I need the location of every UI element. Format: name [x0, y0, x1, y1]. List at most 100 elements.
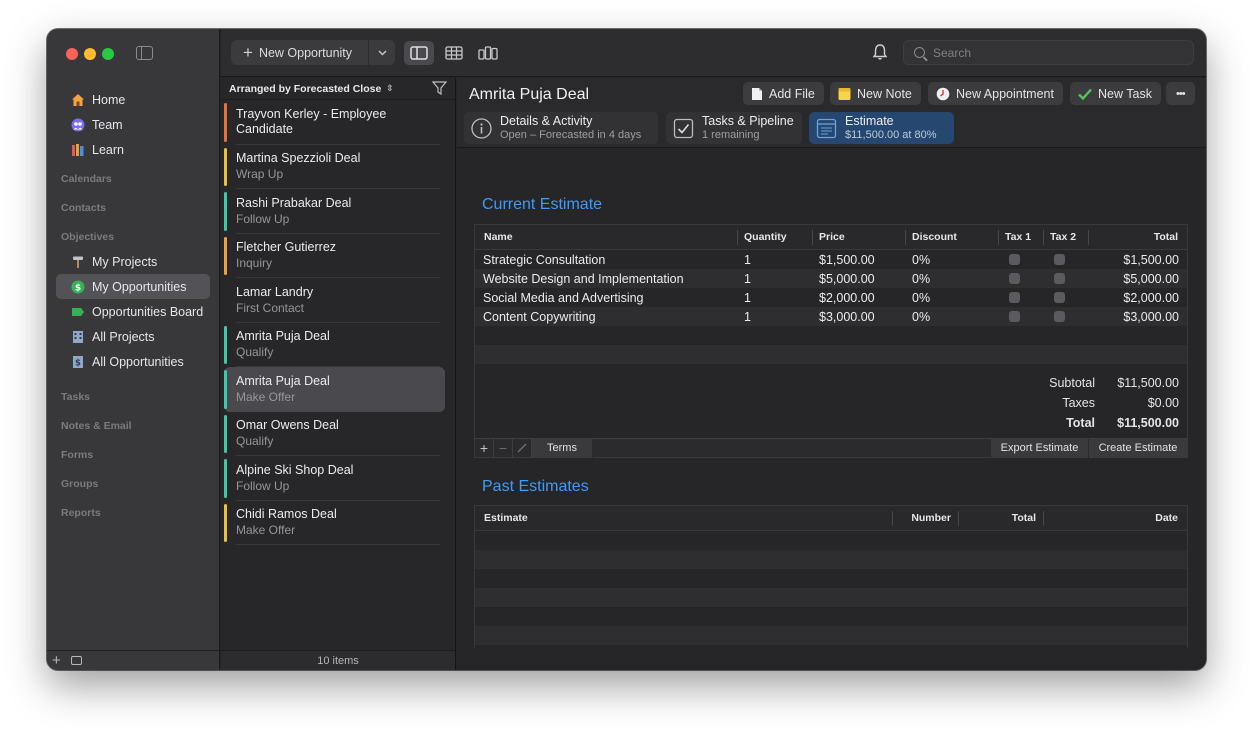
board-view-button[interactable] [473, 41, 503, 65]
section-contacts[interactable]: Contacts [56, 191, 210, 220]
line-item-name[interactable]: Strategic Consultation [475, 253, 737, 267]
tax2-checkbox[interactable] [1054, 254, 1065, 265]
line-item-name[interactable]: Content Copywriting [475, 310, 737, 324]
line-item-name[interactable]: Social Media and Advertising [475, 291, 737, 305]
section-groups[interactable]: Groups [56, 467, 210, 496]
list-item[interactable]: Trayvon Kerley - Employee Candidate [224, 100, 445, 145]
chevron-down-icon[interactable] [368, 40, 395, 65]
close-window-button[interactable] [66, 48, 78, 60]
tab-estimate[interactable]: Estimate $11,500.00 at 80% [809, 112, 954, 144]
list-item[interactable]: Alpine Ski Shop Deal Follow Up [224, 456, 445, 501]
tax1-checkbox[interactable] [1009, 273, 1020, 284]
search-field[interactable]: Search [903, 40, 1194, 65]
list-item[interactable]: Fletcher Gutierrez Inquiry [224, 234, 445, 279]
sidebar-item-my-opportunities[interactable]: $ My Opportunities [56, 274, 210, 299]
col-total[interactable]: Total [1088, 229, 1187, 245]
tab-details-activity[interactable]: Details & Activity Open – Forecasted in … [464, 112, 658, 144]
section-notes-email[interactable]: Notes & Email [56, 409, 210, 438]
line-item-name[interactable]: Website Design and Implementation [475, 272, 737, 286]
bell-icon[interactable] [872, 43, 888, 61]
line-item-discount[interactable]: 0% [905, 291, 998, 305]
list-item[interactable]: Rashi Prabakar Deal Follow Up [224, 189, 445, 234]
list-item[interactable]: Lamar Landry First Contact [224, 278, 445, 323]
col-date[interactable]: Date [1043, 510, 1187, 526]
create-estimate-button[interactable]: Create Estimate [1089, 438, 1187, 458]
sidebar-item-home[interactable]: Home [56, 87, 210, 112]
tax1-checkbox[interactable] [1009, 254, 1020, 265]
line-item-discount[interactable]: 0% [905, 253, 998, 267]
table-view-button[interactable] [439, 41, 469, 65]
new-opportunity-button[interactable]: + New Opportunity [231, 40, 395, 65]
building-icon [71, 330, 85, 344]
new-note-button[interactable]: New Note [830, 82, 921, 105]
col-price[interactable]: Price [812, 229, 905, 245]
add-item-button[interactable]: + [52, 652, 61, 669]
list-view-icon[interactable] [70, 656, 82, 665]
col-name[interactable]: Name [475, 230, 737, 245]
tax1-checkbox[interactable] [1009, 292, 1020, 303]
line-item-quantity[interactable]: 1 [737, 253, 812, 267]
col-tax1[interactable]: Tax 1 [998, 229, 1043, 245]
tab-tasks-pipeline[interactable]: Tasks & Pipeline 1 remaining [666, 112, 802, 144]
table-row[interactable]: Social Media and Advertising 1 $2,000.00 0%… [475, 288, 1187, 307]
zoom-window-button[interactable] [102, 48, 114, 60]
line-item-price[interactable]: $3,000.00 [812, 310, 905, 324]
line-item-discount[interactable]: 0% [905, 272, 998, 286]
line-item-price[interactable]: $5,000.00 [812, 272, 905, 286]
line-item-quantity[interactable]: 1 [737, 291, 812, 305]
sidebar-item-team[interactable]: Team [56, 112, 210, 137]
section-tasks[interactable]: Tasks [56, 380, 210, 409]
table-row[interactable]: Website Design and Implementation 1 $5,000… [475, 269, 1187, 288]
list-item[interactable]: Omar Owens Deal Qualify [224, 412, 445, 457]
edit-line-icon[interactable] [513, 438, 532, 458]
section-calendars[interactable]: Calendars [56, 162, 210, 191]
sidebar-item-learn[interactable]: Learn [56, 137, 210, 162]
new-appointment-button[interactable]: New Appointment [928, 82, 1063, 105]
empty-row [475, 531, 1187, 550]
sidebar-item-my-projects[interactable]: My Projects [56, 249, 210, 274]
section-forms[interactable]: Forms [56, 438, 210, 467]
col-quantity[interactable]: Quantity [737, 229, 812, 245]
more-actions-button[interactable]: ••• [1166, 82, 1195, 105]
tax1-checkbox-cell [998, 254, 1043, 265]
stage-color-bar [224, 236, 227, 275]
table-row[interactable]: Content Copywriting 1 $3,000.00 0% $3,000.00 [475, 307, 1187, 326]
tax2-checkbox[interactable] [1054, 273, 1065, 284]
line-item-quantity[interactable]: 1 [737, 310, 812, 324]
filter-icon[interactable] [431, 81, 448, 98]
line-item-discount[interactable]: 0% [905, 310, 998, 324]
export-estimate-button[interactable]: Export Estimate [990, 438, 1089, 458]
add-line-icon[interactable]: + [475, 438, 494, 458]
sidebar-item-all-projects[interactable]: All Projects [56, 324, 210, 349]
col-tax2[interactable]: Tax 2 [1043, 229, 1088, 245]
col-discount[interactable]: Discount [905, 229, 998, 245]
total-row: Total $11,500.00 [999, 413, 1179, 433]
col-estimate[interactable]: Estimate [475, 511, 892, 526]
sidebar-toggle-icon[interactable] [136, 46, 153, 60]
new-task-button[interactable]: New Task [1070, 82, 1161, 105]
section-reports[interactable]: Reports [56, 496, 210, 525]
list-item[interactable]: Chidi Ramos Deal Make Offer [224, 501, 445, 546]
tax1-checkbox[interactable] [1009, 311, 1020, 322]
terms-button[interactable]: Terms [532, 438, 593, 458]
section-objectives[interactable]: Objectives [56, 220, 210, 249]
line-item-price[interactable]: $1,500.00 [812, 253, 905, 267]
tax2-checkbox[interactable] [1054, 292, 1065, 303]
split-view-button[interactable] [404, 41, 434, 65]
sidebar-item-all-opportunities[interactable]: $ All Opportunities [56, 349, 210, 374]
list-item[interactable]: Martina Spezzioli Deal Wrap Up [224, 145, 445, 190]
line-item-price[interactable]: $2,000.00 [812, 291, 905, 305]
col-total[interactable]: Total [958, 510, 1043, 526]
line-item-quantity[interactable]: 1 [737, 272, 812, 286]
minimize-window-button[interactable] [84, 48, 96, 60]
tax2-checkbox[interactable] [1054, 311, 1065, 322]
add-file-button[interactable]: Add File [743, 82, 824, 105]
col-number[interactable]: Number [892, 510, 958, 526]
list-item[interactable]: Amrita Puja Deal Make Offer [224, 367, 445, 412]
stage-color-bar [224, 325, 227, 364]
table-row[interactable]: Strategic Consultation 1 $1,500.00 0% $1,500… [475, 250, 1187, 269]
sidebar-item-opportunities-board[interactable]: Opportunities Board [56, 299, 210, 324]
remove-line-icon[interactable]: − [494, 438, 513, 458]
list-item[interactable]: Amrita Puja Deal Qualify [224, 323, 445, 368]
sort-selector[interactable]: Arranged by Forecasted Close ⇳ [221, 78, 455, 100]
